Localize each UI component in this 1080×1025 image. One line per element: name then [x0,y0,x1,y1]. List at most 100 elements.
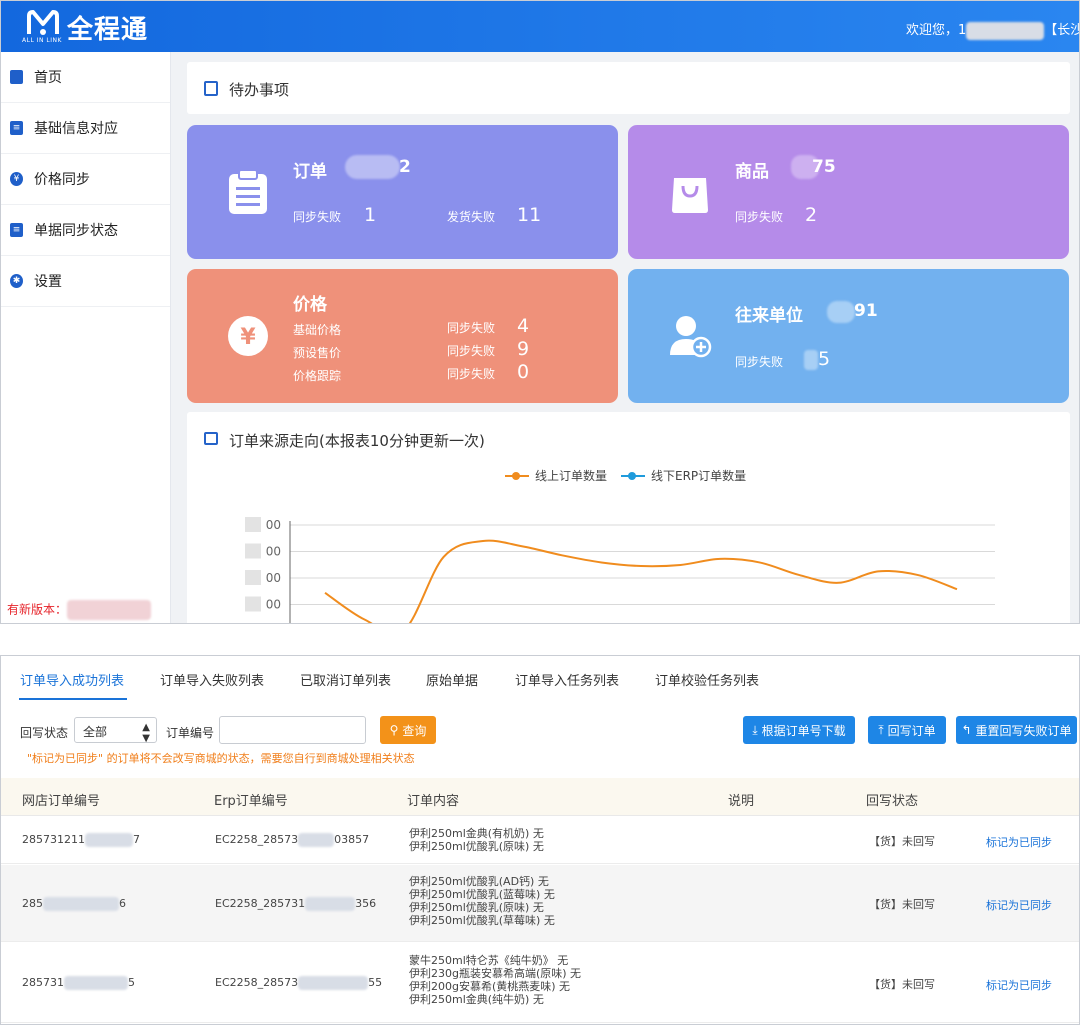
order-ship-fail-label: 发货失败 [447,210,496,224]
redacted-count [345,155,400,179]
writeback-order-button[interactable]: ⤒ 回写订单 [868,716,946,744]
redacted-count [804,350,818,370]
writeback-status-label: 回写状态 [20,726,69,740]
sidebar-item-home[interactable]: 首页 [1,52,170,103]
table-row[interactable]: 285731 5 EC2258_28573 55 蒙牛250ml特仑苏《纯牛奶》 无… [1,943,1079,1023]
search-button[interactable]: ⚲ 查询 [380,716,436,744]
todo-header-card: 待办事项 [187,62,1070,114]
order-number-label: 订单编号 [166,726,215,740]
order-tile-title: 订单 [293,162,327,182]
writeback-status: 【货】未回写 [869,898,935,911]
goods-tile-title: 商品 [735,162,769,182]
download-by-order-button[interactable]: ⤓ 根据订单号下载 [743,716,855,744]
goods-sync-fail-value: 2 [805,204,818,226]
tab-import-tasks[interactable]: 订单导入任务列表 [515,670,619,689]
unit-sync-fail-value: 5 [818,348,831,370]
yen-icon: ¥ [10,172,23,186]
mark-synced-link[interactable]: 标记为已同步 [986,897,1052,913]
tab-raw-documents[interactable]: 原始单据 [426,670,478,689]
order-tile[interactable]: 订单 2 同步失败 1 发货失败 11 [187,125,618,259]
order-item: 伊利230g瓶装安慕希高端(原味) 无 [409,967,582,980]
order-item: 伊利200g安慕希(黄桃燕麦味) 无 [409,980,571,993]
shop-order-id: 285 6 [22,897,126,911]
sidebar: 首页 ≡ 基础信息对应 ¥ 价格同步 ≡ 单据同步状态 ✱ 设置 有新版本： [1,52,171,623]
price-tile[interactable]: ¥ 价格 基础价格 预设售价 价格跟踪 同步失败 同步失败 同步失败 4 9 0 [187,269,618,403]
tab-import-success[interactable]: 订单导入成功列表 [20,670,124,689]
writeback-status: 【货】未回写 [869,978,935,991]
reset-failed-writeback-button[interactable]: ↰ 重置回写失败订单 [956,716,1077,744]
document-icon: ≡ [10,223,23,237]
business-unit-count-suffix: 91 [854,301,878,321]
sidebar-item-settings[interactable]: ✱ 设置 [1,256,170,307]
business-unit-tile[interactable]: 往来单位 91 同步失败 5 [628,269,1069,403]
basic-price-label: 基础价格 [293,323,342,337]
order-list-screenshot: 订单导入成功列表 订单导入失败列表 已取消订单列表 原始单据 订单导入任务列表 … [0,655,1080,1025]
active-tab-indicator [19,698,127,700]
sidebar-item-doc-sync-status[interactable]: ≡ 单据同步状态 [1,205,170,256]
order-content: 伊利250ml优酸乳(AD钙) 无 伊利250ml优酸乳(蓝莓味) 无 伊利25… [409,875,555,927]
order-item: 蒙牛250ml特仑苏《纯牛奶》 无 [409,954,569,967]
writeback-status-select[interactable]: 全部 ▲ ▼ [74,717,157,744]
order-number-input[interactable] [219,716,366,744]
welcome-suffix: 【长沙老 [1044,23,1079,38]
sidebar-item-basic-info[interactable]: ≡ 基础信息对应 [1,103,170,154]
order-item: 伊利250ml金典(纯牛奶) 无 [409,993,544,1006]
table-row[interactable]: 285731211 7 EC2258_28573 03857 伊利250ml金典(有… [1,816,1079,864]
erp-order-id: EC2258_285731 356 [215,897,376,911]
order-tile-count-suffix: 2 [399,157,411,177]
main-content: 待办事项 订单 2 同步失败 1 发货失败 11 商品 75 同步失败 2 ¥ … [172,52,1079,623]
order-content: 蒙牛250ml特仑苏《纯牛奶》 无 伊利230g瓶装安慕希高端(原味) 无 伊利… [409,954,581,1006]
sync-fail-label: 同步失败 [447,344,496,358]
shop-order-id: 285731211 7 [22,833,140,847]
goods-tile[interactable]: 商品 75 同步失败 2 [628,125,1069,259]
erp-order-id: EC2258_28573 55 [215,976,382,990]
redacted-tick [245,570,261,585]
todo-icon [204,81,218,96]
basic-price-fail-value: 4 [517,315,530,337]
top-navbar: ALL IN LINK 全程通 欢迎您，1 【长沙老 [1,1,1079,52]
redacted-count [827,301,855,323]
order-ship-fail-value: 11 [517,204,542,226]
order-sync-fail-value: 1 [364,204,377,226]
redacted-username [966,21,1045,40]
erp-order-id-tail: 03857 [334,833,370,846]
series-line-online [324,539,958,623]
clipboard-icon [229,169,267,214]
erp-order-id-tail: 356 [355,897,377,910]
writeback-status: 【货】未回写 [869,835,935,848]
new-version-notice[interactable]: 有新版本： [7,600,152,620]
redacted-tick [245,543,261,559]
writeback-button-label: 回写订单 [887,723,936,738]
welcome-prefix: 欢迎您，1 [906,23,967,38]
tracking-fail-value: 0 [517,361,530,383]
mark-synced-link[interactable]: 标记为已同步 [986,977,1052,993]
redacted-id [305,897,356,911]
table-row[interactable]: 285 6 EC2258_285731 356 伊利250ml优酸乳(AD钙) 无 … [1,865,1079,942]
tab-import-failed[interactable]: 订单导入失败列表 [160,670,264,689]
redacted-tick [245,596,261,612]
yen-circle-icon: ¥ [228,316,268,356]
shop-order-id-tail: 6 [119,897,126,910]
sidebar-item-label: 单据同步状态 [34,223,118,239]
erp-order-id-tail: 55 [368,976,383,989]
search-button-label: 查询 [402,723,427,738]
logo-subtitle: ALL IN LINK [22,37,62,44]
col-writeback-status: 回写状态 [866,794,919,809]
tab-cancelled[interactable]: 已取消订单列表 [300,670,391,689]
y-tick-label: 00 [266,518,281,532]
shop-order-id-prefix: 285731211 [22,833,85,846]
tab-verify-tasks[interactable]: 订单校验任务列表 [655,670,759,689]
col-erp-order-id: Erp订单编号 [214,794,288,809]
sidebar-item-price-sync[interactable]: ¥ 价格同步 [1,154,170,205]
shop-order-id-tail: 7 [133,833,140,846]
download-button-label: 根据订单号下载 [761,723,846,738]
redacted-id [298,833,335,847]
logo-text: 全程通 [67,15,149,45]
sidebar-item-label: 设置 [34,274,62,290]
tab-bar: 订单导入成功列表 订单导入失败列表 已取消订单列表 原始单据 订单导入任务列表 … [1,656,1079,701]
order-sync-fail-label: 同步失败 [293,210,342,224]
mark-synced-link[interactable]: 标记为已同步 [986,834,1052,850]
erp-order-id-prefix: EC2258_28573 [215,833,299,846]
price-tile-title: 价格 [293,295,327,315]
table-header: 网店订单编号 Erp订单编号 订单内容 说明 回写状态 [1,778,1079,816]
